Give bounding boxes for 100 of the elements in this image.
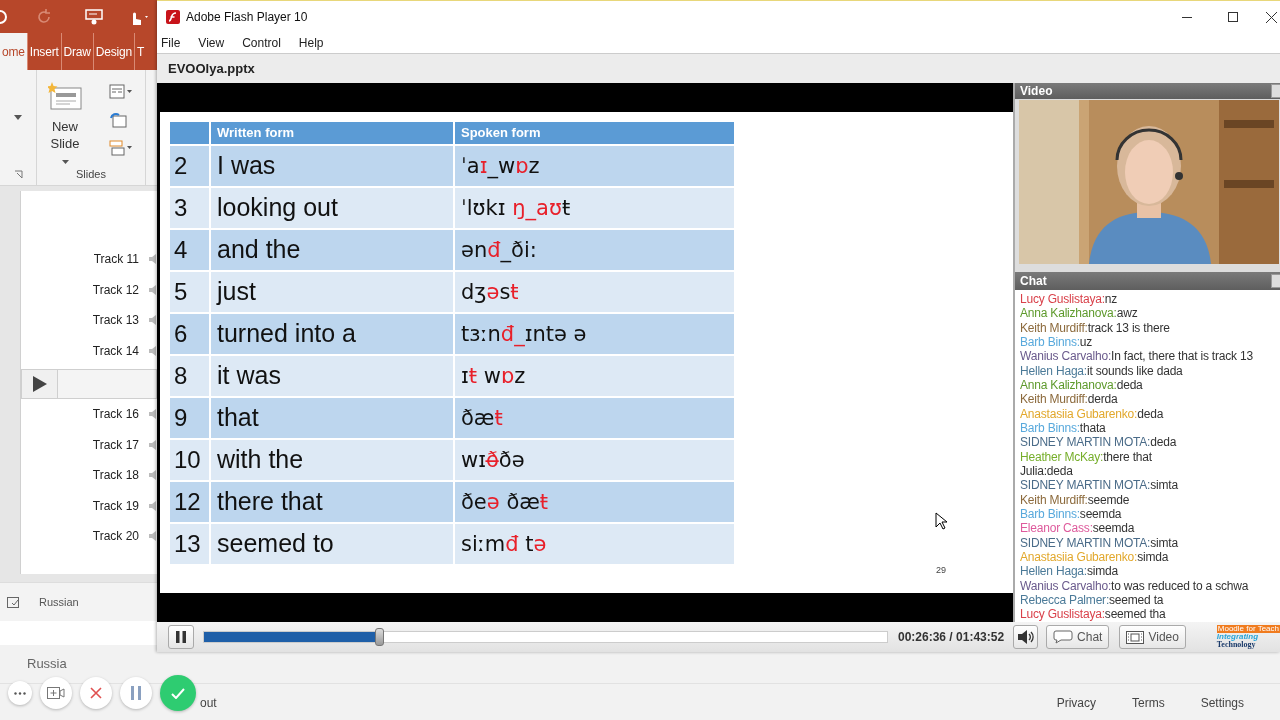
track-number: 3: [169, 186, 210, 229]
maximize-icon: [1228, 12, 1238, 22]
notes-icon[interactable]: [7, 596, 19, 608]
ribbon-tab[interactable]: T: [134, 33, 147, 70]
caret-icon: [61, 160, 69, 164]
chat-message: Anna Kalizhanova:deda: [1020, 378, 1144, 393]
chat-message: Barb Binns:seemda: [1020, 507, 1123, 522]
pause-icon: [176, 631, 186, 643]
track-label: Track 20: [92, 529, 139, 544]
chat-message: Barb Binns:uz: [1020, 334, 1094, 350]
chat-message: Lucy Guslistaya:nz: [1020, 291, 1119, 307]
caret-icon[interactable]: [14, 115, 22, 120]
track-label: Track 19: [92, 498, 139, 513]
track-number: 4: [169, 228, 210, 271]
chat-message: Anastasiia Gubarenko:deda: [1020, 406, 1165, 421]
check-icon: [171, 687, 185, 699]
chat-message: Anna Kalizhanova:awz: [1020, 306, 1139, 321]
spoken-form: ˈlʊkɪ ŋ_aʊŧ: [454, 186, 735, 229]
menu-item[interactable]: File: [157, 36, 186, 50]
spoken-form: tɜːnđ_ɪntə ə: [454, 312, 735, 355]
track-label: Track 13: [92, 313, 139, 328]
written-form: that: [210, 396, 454, 439]
track-label: Track 11: [93, 252, 139, 267]
footer-link[interactable]: Settings: [1200, 695, 1244, 710]
chat-message: Wanius Carvalho:In fact, there that is track 13: [1020, 349, 1254, 364]
spoken-form: ˈaɪ_wɒz: [454, 144, 735, 187]
redo-icon[interactable]: [37, 7, 53, 26]
dialog-launcher-icon[interactable]: [13, 170, 23, 179]
more-icon: [14, 691, 26, 695]
logo: Moodle for Teach Integrating Technology: [1216, 625, 1280, 649]
spoken-form: siːmđ tə: [454, 522, 735, 565]
chat-message: Hellen Haga:it sounds like dada: [1020, 363, 1184, 378]
track-number: 13: [169, 522, 210, 565]
track-number: 8: [169, 354, 210, 397]
speech-bubble-icon: [1053, 630, 1074, 644]
video-camera-icon: [47, 687, 65, 699]
track-label: Track 14: [92, 343, 139, 358]
close-icon: [1266, 11, 1277, 23]
menu-item[interactable]: Help: [294, 36, 329, 50]
chat-message: Keith Murdiff:seemde: [1020, 492, 1131, 508]
chat-message: Wanius Carvalho:to was reduced to a schwa: [1020, 578, 1250, 594]
pause-icon: [131, 686, 141, 700]
chat-message: Keith Murdiff:track 13 is there: [1020, 320, 1171, 335]
written-form: looking out: [210, 186, 454, 229]
close-icon: [90, 687, 102, 699]
reset-icon[interactable]: [109, 112, 127, 128]
track-label: Track 18: [92, 468, 139, 483]
menu-item[interactable]: Control: [238, 36, 286, 50]
footer-link[interactable]: Terms: [1131, 695, 1165, 710]
chat-message: Lucy Guslistaya:seemed tha: [1020, 607, 1167, 622]
written-form: and the: [210, 228, 454, 271]
film-icon: [1126, 630, 1145, 644]
play-button[interactable]: [22, 370, 58, 398]
chat-message: Heather McKay:there that: [1020, 449, 1153, 465]
slider-handle[interactable]: [374, 628, 384, 646]
presenter-icon[interactable]: [85, 7, 103, 26]
layout-icon[interactable]: [109, 84, 133, 100]
written-form: I was: [210, 144, 454, 187]
chat-message: Anastasiia Gubarenko:simda: [1020, 550, 1170, 565]
written-form: with the: [210, 438, 454, 481]
chat-message: Keith Murdiff:derda: [1020, 392, 1119, 407]
column-header: Written form: [210, 120, 454, 145]
chat-message: SIDNEY MARTIN MOTA:simta: [1020, 478, 1179, 493]
menu-item[interactable]: View: [194, 36, 230, 50]
spoken-form: wɪð̶ðə: [454, 438, 735, 481]
ribbon-tab[interactable]: ome: [0, 33, 28, 70]
footer-link[interactable]: out: [200, 695, 217, 710]
pause-button[interactable]: [168, 625, 194, 649]
spoken-form: ənđ_ði:: [454, 228, 735, 271]
country-label: Russia: [27, 656, 67, 671]
track-number: 9: [169, 396, 210, 439]
group-label: Slides: [75, 168, 107, 182]
track-number: 6: [169, 312, 210, 355]
track-number: 10: [169, 438, 210, 481]
track-label: Track 17: [92, 437, 139, 452]
new-slide-button[interactable]: New Slide: [37, 70, 93, 168]
footer-link[interactable]: Privacy: [1056, 695, 1096, 710]
play-icon: [32, 376, 47, 392]
chat-message: Julia:deda: [1020, 464, 1074, 479]
chat-message: Barb Binns:thata: [1020, 421, 1107, 436]
chat-message: Rebecca Palmer:seemed ta: [1020, 593, 1165, 608]
spoken-form: ðæŧ: [454, 396, 735, 439]
flash-logo-icon: [166, 10, 180, 24]
track-number: 2: [169, 144, 210, 187]
track-number: 12: [169, 480, 210, 523]
track-label: Track 16: [92, 407, 139, 422]
chat-message: SIDNEY MARTIN MOTA:deda: [1020, 435, 1178, 450]
video-button[interactable]: Video: [1119, 625, 1186, 649]
spoken-form: ɪŧ wɒz: [454, 354, 735, 397]
written-form: just: [210, 270, 454, 313]
language-label: Russian: [39, 596, 79, 608]
track-number: 5: [169, 270, 210, 313]
written-form: there that: [210, 480, 454, 523]
progress-track[interactable]: [203, 631, 888, 643]
chat-button[interactable]: Chat: [1046, 625, 1110, 649]
written-form: it was: [210, 354, 454, 397]
file-name: EVOOlya.pptx: [157, 53, 1280, 83]
volume-button[interactable]: [1013, 625, 1039, 649]
section-icon[interactable]: [109, 140, 133, 156]
page-number: 29: [936, 564, 946, 575]
